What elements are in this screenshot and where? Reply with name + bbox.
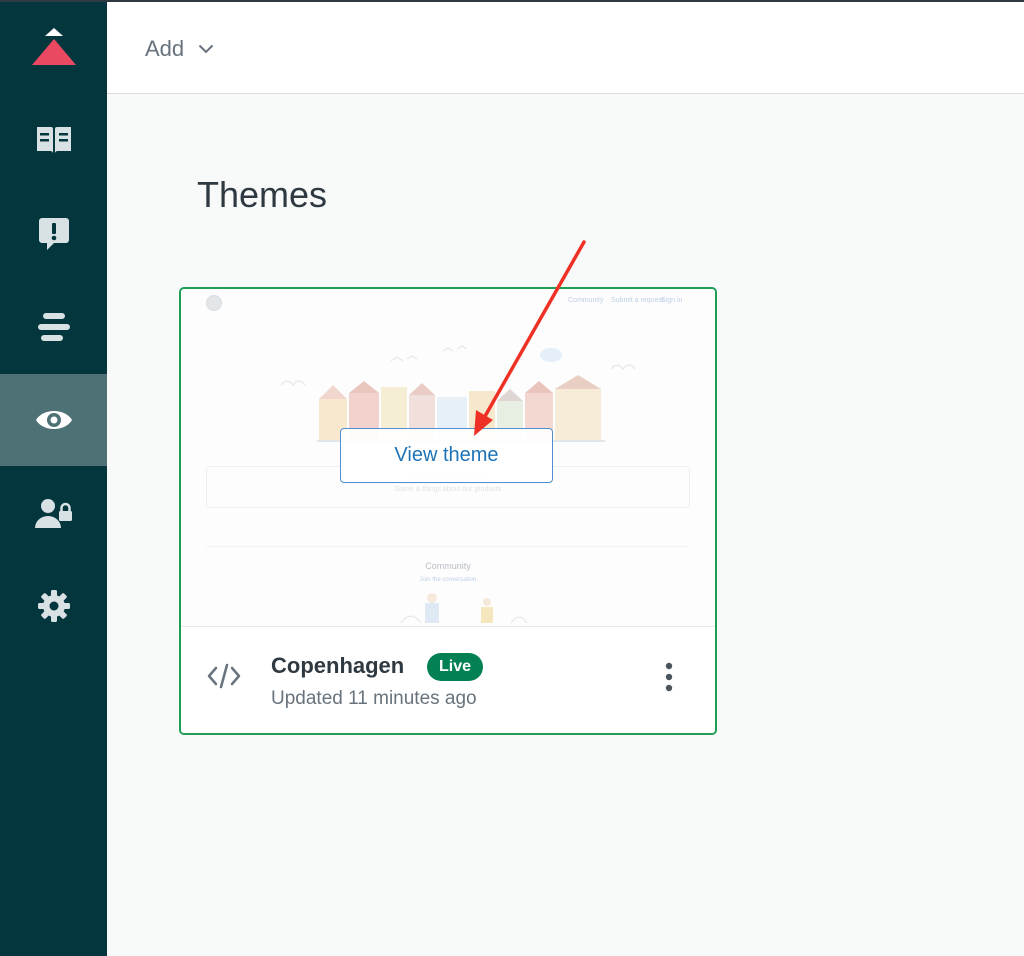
preview-search-subtitle: Game & things about our products xyxy=(394,486,502,493)
zendesk-guide-logo[interactable] xyxy=(30,28,78,70)
theme-options-button[interactable] xyxy=(653,657,685,697)
gear-icon xyxy=(37,590,70,622)
alert-icon xyxy=(38,218,69,250)
preview-community-heading: Community xyxy=(425,561,471,571)
sidebar-item-customize-design[interactable] xyxy=(0,374,107,466)
sidebar-item-alerts[interactable] xyxy=(0,188,107,280)
theme-card[interactable]: Community Submit a request Sign in Game … xyxy=(179,287,717,735)
preview-divider xyxy=(206,546,688,547)
top-bar: Add xyxy=(107,2,1024,94)
chevron-down-icon xyxy=(198,44,214,54)
main-content: Themes Community Submit a request Sign i… xyxy=(107,94,1024,956)
page-title: Themes xyxy=(197,174,328,215)
code-icon xyxy=(207,663,241,689)
theme-card-footer: Copenhagen Live Updated 11 minutes ago xyxy=(181,627,715,733)
guide-icon xyxy=(36,127,71,153)
add-button-label: Add xyxy=(145,36,185,61)
list-icon xyxy=(37,313,70,341)
theme-updated-time: Updated 11 minutes ago xyxy=(271,688,477,709)
view-theme-button[interactable]: View theme xyxy=(340,428,553,483)
theme-name: Copenhagen xyxy=(271,653,405,678)
live-status-badge: Live xyxy=(427,653,484,681)
sidebar-item-arrange[interactable] xyxy=(0,281,107,373)
add-menu-button[interactable]: Add xyxy=(145,34,214,64)
theme-preview: Community Submit a request Sign in Game … xyxy=(181,289,715,627)
user-lock-icon xyxy=(34,499,72,528)
sidebar-item-user-permissions[interactable] xyxy=(0,467,107,559)
eye-icon xyxy=(35,411,72,429)
kebab-menu-icon xyxy=(665,662,673,692)
sidebar xyxy=(0,2,107,956)
sidebar-item-guide[interactable] xyxy=(0,94,107,186)
preview-community-link: Join the conversation xyxy=(419,577,477,583)
sidebar-item-settings[interactable] xyxy=(0,560,107,652)
